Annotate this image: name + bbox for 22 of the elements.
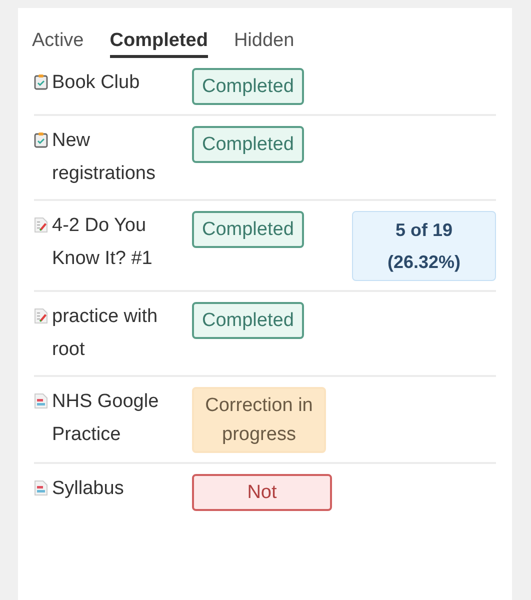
status-badge: Not	[192, 474, 332, 511]
status-badge: Completed	[192, 68, 304, 105]
score-badge: 5 of 19 (26.32%)	[352, 211, 496, 281]
clipboard-icon	[34, 74, 48, 90]
tab[interactable]: Completed	[110, 30, 208, 58]
tab[interactable]: Hidden	[234, 30, 294, 58]
clipboard-icon	[34, 132, 48, 148]
status-badge: Completed	[192, 126, 304, 163]
item-title[interactable]: NHS Google Practice	[52, 385, 170, 451]
status-badge: Correction in progress	[192, 387, 326, 453]
item-title[interactable]: Book Club	[52, 66, 170, 99]
status-badge: Completed	[192, 211, 304, 248]
document-icon	[34, 393, 48, 409]
document-pencil-icon	[34, 217, 48, 233]
item-title[interactable]: Syllabus	[52, 472, 170, 505]
document-icon	[34, 480, 48, 496]
item-title[interactable]: 4-2 Do You Know It? #1	[52, 209, 170, 275]
document-pencil-icon	[34, 308, 48, 324]
item-title[interactable]: practice with root	[52, 300, 170, 366]
item-title[interactable]: New registrations	[52, 124, 170, 190]
status-badge: Completed	[192, 302, 304, 339]
tab[interactable]: Active	[32, 30, 84, 58]
